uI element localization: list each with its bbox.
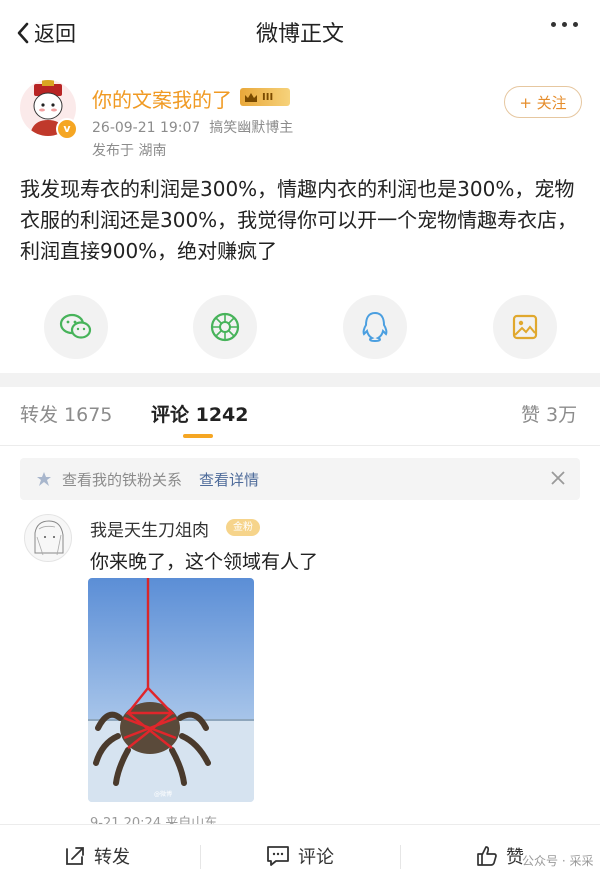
fan-icon bbox=[37, 472, 51, 486]
repost-button[interactable]: 转发 bbox=[64, 843, 130, 869]
svg-text:@微博: @微博 bbox=[154, 790, 172, 798]
comment-button[interactable]: 评论 bbox=[266, 843, 334, 869]
tab-separator bbox=[0, 445, 600, 446]
post-location: 发布于 湖南 bbox=[92, 143, 167, 159]
share-moments-button[interactable] bbox=[193, 295, 257, 359]
comment-label: 评论 bbox=[298, 847, 334, 868]
post-source: 搞笑幽默博主 bbox=[209, 120, 294, 136]
close-icon[interactable] bbox=[548, 468, 568, 488]
qq-icon bbox=[362, 311, 388, 343]
fan-notice-text: 查看我的铁粉关系 bbox=[62, 471, 183, 489]
thumbs-up-icon bbox=[477, 846, 497, 866]
wechat-icon bbox=[59, 313, 92, 339]
follow-button[interactable]: + 关注 bbox=[504, 86, 582, 118]
bottom-separator bbox=[400, 845, 401, 869]
comment-text: 你来晚了，这个领域有人了 bbox=[90, 551, 319, 573]
like-button[interactable]: 赞 bbox=[476, 843, 524, 869]
bottom-separator bbox=[200, 845, 201, 869]
tab-repost[interactable]: 转发 1675 bbox=[20, 400, 112, 427]
repost-icon bbox=[66, 847, 84, 865]
section-divider bbox=[0, 373, 600, 387]
repost-label: 转发 bbox=[94, 847, 130, 868]
level-text: III bbox=[262, 91, 274, 103]
active-tab-indicator bbox=[183, 434, 213, 438]
page-title: 微博正文 bbox=[255, 22, 344, 47]
save-image-icon bbox=[512, 314, 538, 340]
commenter-name[interactable]: 我是天生刀俎肉 bbox=[90, 516, 209, 541]
post-meta: 26-09-21 19:07 搞笑幽默博主 bbox=[92, 117, 293, 137]
save-image-button[interactable] bbox=[493, 295, 557, 359]
post-content: 我发现寿衣的利润是300%，情趣内衣的利润也是300%，宠物衣服的利润还是300… bbox=[20, 177, 578, 263]
verified-icon: v bbox=[56, 118, 78, 140]
fan-notice-link[interactable]: 查看详情 bbox=[199, 469, 259, 490]
tab-like[interactable]: 赞 3万 bbox=[521, 400, 577, 427]
author-name[interactable]: 你的文案我的了 bbox=[92, 84, 232, 113]
more-dots-icon[interactable] bbox=[551, 22, 578, 27]
watermark: 公众号 · 采采 bbox=[522, 854, 594, 868]
post-timestamp: 26-09-21 19:07 bbox=[92, 120, 201, 136]
comment-icon bbox=[267, 846, 289, 866]
share-wechat-button[interactable] bbox=[44, 295, 108, 359]
comment-image[interactable]: @微博 bbox=[88, 578, 254, 802]
moments-icon bbox=[210, 312, 240, 342]
fan-badge: 金粉 bbox=[226, 519, 260, 536]
tab-comment[interactable]: 评论 1242 bbox=[151, 400, 249, 427]
commenter-avatar[interactable] bbox=[24, 514, 72, 562]
crown-icon bbox=[245, 92, 257, 102]
share-qq-button[interactable] bbox=[343, 295, 407, 359]
level-badge: III bbox=[240, 88, 290, 106]
